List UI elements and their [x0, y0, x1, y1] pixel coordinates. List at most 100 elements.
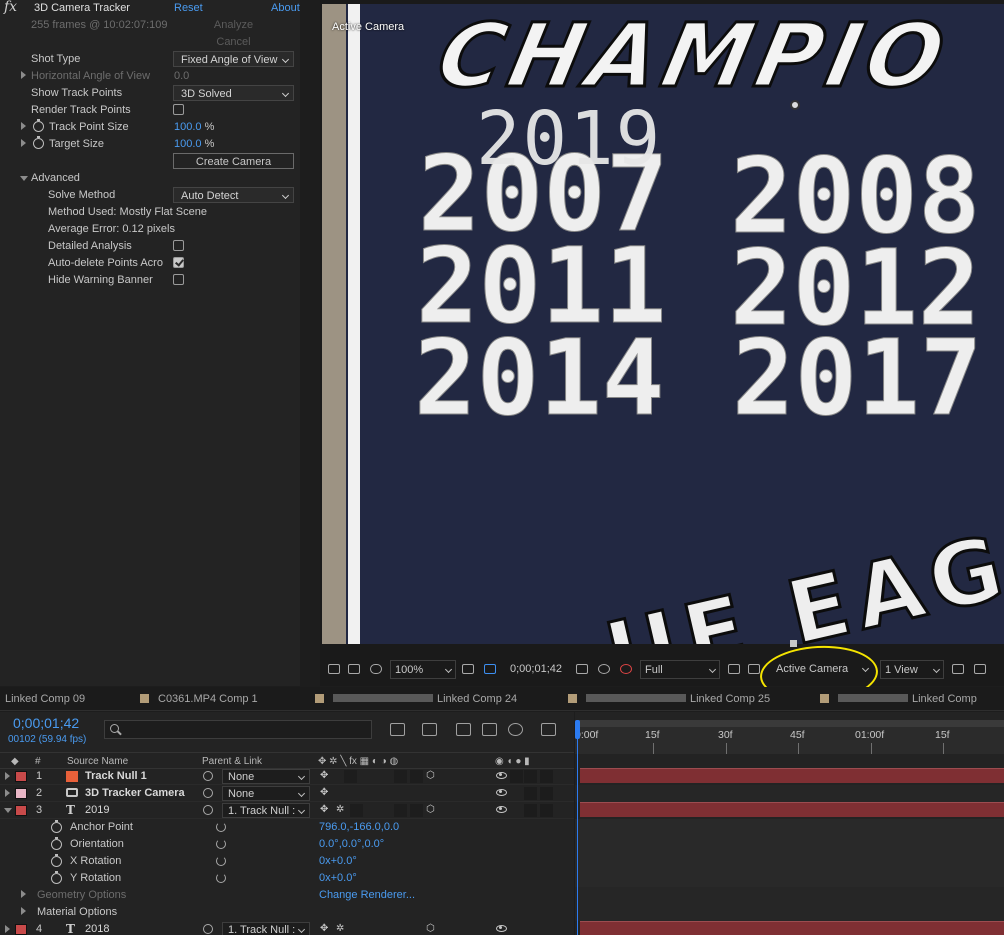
- collapse-switch-icon[interactable]: ✲: [336, 805, 346, 815]
- shy-switch-icon[interactable]: ✥: [320, 788, 330, 798]
- expression-pickwhip-icon[interactable]: [216, 873, 226, 883]
- analyze-button[interactable]: Analyze: [173, 17, 294, 33]
- render-track-points-checkbox[interactable]: [173, 104, 184, 115]
- expand-arrow-icon[interactable]: [5, 789, 10, 797]
- parent-link-header[interactable]: Parent & Link: [202, 756, 262, 767]
- track-point-size-value[interactable]: 100.0 %: [174, 121, 214, 133]
- shy-switch-icon[interactable]: ✥: [320, 924, 330, 934]
- viewer-timecode[interactable]: 0;00;01;42: [510, 663, 562, 675]
- label-color-swatch[interactable]: [15, 924, 27, 935]
- label-color-swatch[interactable]: [15, 771, 27, 782]
- lock-switch[interactable]: [540, 770, 553, 783]
- hide-warning-checkbox[interactable]: [173, 274, 184, 285]
- parent-dropdown[interactable]: None: [222, 769, 310, 784]
- expand-arrow-icon[interactable]: [5, 772, 10, 780]
- audio-switch[interactable]: [510, 770, 523, 783]
- label-column-icon[interactable]: ◆: [11, 756, 19, 767]
- layer-row[interactable]: 3 T 2019 1. Track Null : ✥ ✲ ⬡: [0, 802, 574, 819]
- 3d-layer-icon[interactable]: ⬡: [426, 805, 436, 815]
- create-camera-button[interactable]: Create Camera: [173, 153, 294, 169]
- property-value[interactable]: 0.0°,0.0°,0.0°: [319, 838, 384, 850]
- always-preview-icon[interactable]: [328, 664, 340, 674]
- lock-switch[interactable]: [540, 787, 553, 800]
- composition-mini-flowchart-icon[interactable]: [390, 723, 405, 736]
- layer-row[interactable]: 4 T 2018 1. Track Null : ✥ ✲ ⬡: [0, 921, 574, 935]
- expand-arrow-icon[interactable]: [5, 925, 10, 933]
- expand-arrow-icon[interactable]: [21, 907, 26, 915]
- snapshot-icon[interactable]: [576, 664, 588, 674]
- pick-whip-icon[interactable]: [203, 805, 213, 815]
- fx-icon[interactable]: fx: [4, 0, 17, 15]
- fit-icon[interactable]: [462, 664, 474, 674]
- layer-row[interactable]: 2 3D Tracker Camera None ✥: [0, 785, 574, 802]
- track-target-icon[interactable]: [790, 100, 800, 110]
- label-color-swatch[interactable]: [15, 788, 27, 799]
- visibility-eye-icon[interactable]: [496, 925, 507, 932]
- 3d-layer-icon[interactable]: ⬡: [426, 771, 436, 781]
- layer-name[interactable]: 2018: [85, 923, 109, 935]
- text-layer-2019[interactable]: 2019: [476, 96, 662, 182]
- quality-switch[interactable]: [344, 770, 357, 783]
- stopwatch-icon[interactable]: [51, 837, 62, 850]
- solo-switch[interactable]: [524, 770, 537, 783]
- show-track-points-dropdown[interactable]: 3D Solved: [173, 85, 294, 101]
- pick-whip-icon[interactable]: [203, 788, 213, 798]
- view-layout-dropdown[interactable]: 1 View: [880, 660, 944, 679]
- cancel-button[interactable]: Cancel: [173, 34, 294, 50]
- transparency-grid-icon[interactable]: [728, 664, 740, 674]
- visibility-eye-icon[interactable]: [496, 789, 507, 796]
- visibility-eye-icon[interactable]: [496, 806, 507, 813]
- show-snapshot-icon[interactable]: [598, 664, 610, 674]
- about-link[interactable]: About: [271, 2, 300, 14]
- advanced-group[interactable]: Advanced: [0, 170, 300, 187]
- pick-whip-icon[interactable]: [203, 771, 213, 781]
- layer-name[interactable]: Track Null 1: [85, 770, 147, 782]
- composition-frame[interactable]: CHAMPIO 2007 2008 2011 2012 2014 2017 20…: [322, 4, 1004, 644]
- comp-tab[interactable]: Linked Comp 24: [315, 693, 517, 705]
- layer-duration-bar[interactable]: [580, 802, 1004, 817]
- shy-switch-icon[interactable]: ✥: [320, 771, 330, 781]
- change-renderer-link[interactable]: Change Renderer...: [319, 889, 415, 901]
- collapse-arrow-icon[interactable]: [4, 808, 12, 813]
- stopwatch-icon[interactable]: [51, 854, 62, 867]
- layer-search-input[interactable]: [104, 720, 372, 739]
- share-view-icon[interactable]: [952, 664, 964, 674]
- stopwatch-icon[interactable]: [33, 136, 44, 149]
- target-size-value[interactable]: 100.0 %: [174, 138, 214, 150]
- parent-dropdown[interactable]: 1. Track Null :: [222, 922, 310, 935]
- property-row[interactable]: Orientation 0.0°,0.0°,0.0°: [0, 836, 574, 853]
- fast-previews-icon[interactable]: [748, 664, 760, 674]
- expression-pickwhip-icon[interactable]: [216, 856, 226, 866]
- parent-dropdown[interactable]: None: [222, 786, 310, 801]
- mask-visibility-icon[interactable]: [370, 664, 382, 674]
- label-color-swatch[interactable]: [15, 805, 27, 816]
- draft-3d-icon[interactable]: [422, 723, 437, 736]
- property-row[interactable]: Anchor Point 796.0,-166.0,0.0: [0, 819, 574, 836]
- shy-switch-icon[interactable]: ✥: [320, 805, 330, 815]
- property-value[interactable]: 0x+0.0°: [319, 872, 357, 884]
- graph-editor-icon[interactable]: [541, 723, 556, 736]
- collapse-arrow-icon[interactable]: [20, 176, 28, 181]
- layer-duration-bar[interactable]: [580, 921, 1004, 935]
- comp-tab[interactable]: Linked Comp: [820, 693, 977, 705]
- quality-switch[interactable]: [350, 804, 363, 817]
- stopwatch-icon[interactable]: [51, 820, 62, 833]
- motion-blur-switch[interactable]: [410, 770, 423, 783]
- expand-arrow-icon[interactable]: [21, 890, 26, 898]
- comp-tab[interactable]: C0361.MP4 Comp 1: [140, 693, 258, 705]
- stopwatch-icon[interactable]: [51, 871, 62, 884]
- layer-row[interactable]: 1 Track Null 1 None ✥ ⬡: [0, 768, 574, 785]
- resize-handle[interactable]: [790, 640, 797, 647]
- comp-tab[interactable]: Linked Comp 09: [5, 693, 85, 705]
- playhead[interactable]: [575, 720, 580, 739]
- expand-arrow-icon[interactable]: [21, 71, 26, 79]
- visibility-eye-icon[interactable]: [496, 772, 507, 779]
- detailed-analysis-checkbox[interactable]: [173, 240, 184, 251]
- zoom-dropdown[interactable]: 100%: [390, 660, 456, 679]
- stopwatch-icon[interactable]: [33, 119, 44, 132]
- expression-pickwhip-icon[interactable]: [216, 839, 226, 849]
- frame-blending-icon[interactable]: [482, 723, 497, 736]
- motion-blur-icon[interactable]: [508, 723, 523, 736]
- channel-icon[interactable]: [620, 664, 632, 674]
- adjustment-switch[interactable]: [394, 770, 407, 783]
